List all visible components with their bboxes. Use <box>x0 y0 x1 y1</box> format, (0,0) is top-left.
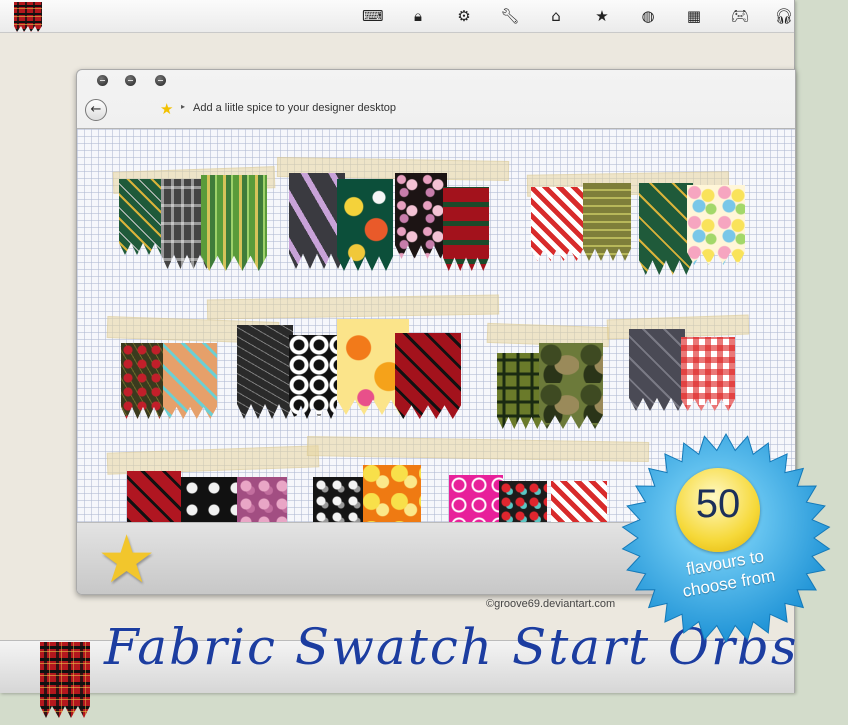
swatch-lilac-stripe[interactable] <box>289 173 345 269</box>
top-taskbar: ⌨ 🔒︎ ⚙ 🔧︎ ⌂ ★ ◍ ▦ 🎮︎ 🎧︎ <box>0 0 794 33</box>
breadcrumb-arrow-icon: ▸ <box>181 102 186 111</box>
wrench-icon[interactable]: 🔧︎ <box>500 6 520 26</box>
globe-icon[interactable]: ◍ <box>638 6 658 26</box>
flavours-badge: 50 flavours to choose from <box>618 430 834 646</box>
swatch-peach-teal-plaid[interactable] <box>163 343 217 419</box>
swatch-japanese-floral[interactable] <box>337 179 393 271</box>
swatch-green-gold-stripe[interactable] <box>639 183 693 275</box>
fabric-swatch-orb-icon <box>40 642 90 718</box>
address-bar-text[interactable]: Add a liitle spice to your designer desk… <box>193 102 396 114</box>
swatch-red-gingham[interactable] <box>681 337 735 411</box>
swatch-green-gold-stripe-light[interactable] <box>201 175 267 271</box>
swatch-red-green-tartan[interactable] <box>443 187 489 271</box>
swatch-pastel-floral[interactable] <box>687 185 745 265</box>
back-button[interactable]: ← <box>85 99 107 121</box>
star-icon[interactable]: ★ <box>160 100 173 118</box>
start-orb-star-icon[interactable]: ★ <box>97 527 156 593</box>
swatch-black-geometric[interactable] <box>237 325 293 419</box>
keyboard-icon[interactable]: ⌨ <box>362 6 384 26</box>
swatch-black-red-hexagon[interactable] <box>121 343 165 419</box>
swatch-red-black-tartan[interactable] <box>395 333 461 419</box>
fabric-swatch-orb-icon[interactable] <box>14 2 42 32</box>
tape-strip <box>106 445 320 475</box>
swatch-green-squares[interactable] <box>497 353 543 429</box>
swatch-pink-floral-black[interactable] <box>395 173 447 259</box>
gamepad-icon[interactable]: 🎮︎ <box>730 6 750 26</box>
tape-strip <box>206 294 500 320</box>
calculator-icon[interactable]: ▦ <box>684 6 704 26</box>
window-close-button[interactable] <box>97 75 108 86</box>
swatch-red-white-plaid[interactable] <box>531 187 583 261</box>
tape-strip <box>306 436 650 462</box>
star-icon[interactable]: ★ <box>592 6 612 26</box>
window-maximize-button[interactable] <box>155 75 166 86</box>
swatch-camo[interactable] <box>539 343 603 429</box>
badge-number: 50 <box>695 482 741 526</box>
home-icon[interactable]: ⌂ <box>546 6 566 26</box>
window-minimize-button[interactable] <box>125 75 136 86</box>
swatch-green-gold-stripe[interactable] <box>119 179 167 255</box>
gear-icon[interactable]: ⚙ <box>454 6 474 26</box>
back-arrow-icon: ← <box>90 102 102 117</box>
swatch-grey-plaid-pink[interactable] <box>629 329 685 411</box>
swatch-olive-check[interactable] <box>583 183 631 261</box>
credit-text: ©groove69.deviantart.com <box>486 598 616 610</box>
swatch-black-white-circles[interactable] <box>289 335 337 419</box>
lock-icon[interactable]: 🔒︎ <box>408 6 428 26</box>
headphones-icon[interactable]: 🎧︎ <box>774 6 794 26</box>
